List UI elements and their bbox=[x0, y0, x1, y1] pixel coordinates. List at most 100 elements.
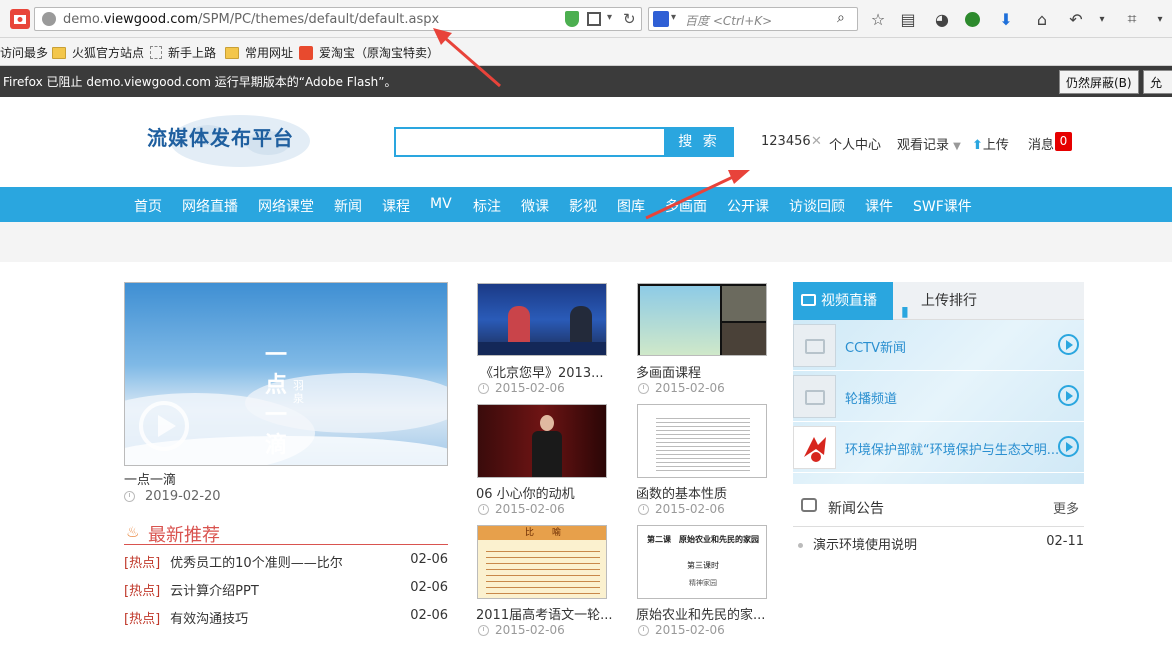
recommend-heading: ♨ 最新推荐 bbox=[124, 521, 448, 546]
site-search-input[interactable] bbox=[394, 127, 666, 157]
bookmark-star-icon[interactable]: ☆ bbox=[868, 9, 888, 29]
nav-home[interactable]: 首页 bbox=[134, 196, 162, 216]
reading-list-icon[interactable]: ▤ bbox=[898, 9, 918, 29]
tv-placeholder-icon bbox=[793, 324, 836, 367]
video-title[interactable]: 多画面课程 bbox=[636, 362, 701, 381]
site-header: 流媒体发布平台 搜 索 123456 ✕ 个人中心 观看记录 ▼ ⬆上传 消息 … bbox=[0, 97, 1172, 187]
clock-icon bbox=[124, 491, 135, 502]
search-engine-dropdown-icon[interactable]: ▾ bbox=[671, 12, 676, 23]
recommend-item[interactable]: [热点] 优秀员工的10个准则——比尔 02-06 bbox=[124, 552, 448, 571]
nav-classroom[interactable]: 网络课堂 bbox=[258, 196, 314, 216]
sidebar-toggle-icon[interactable] bbox=[10, 9, 30, 29]
home-icon[interactable]: ⌂ bbox=[1032, 9, 1052, 29]
recommend-item[interactable]: [热点] 有效沟通技巧 02-06 bbox=[124, 608, 448, 627]
video-thumbnail-speaker[interactable] bbox=[477, 404, 607, 478]
chevron-down-icon: ▼ bbox=[953, 141, 961, 152]
upload-link[interactable]: ⬆上传 bbox=[972, 134, 1009, 153]
bookmark-firefox-site[interactable]: 火狐官方站点 bbox=[52, 44, 144, 61]
tab-live[interactable]: 视频直播 bbox=[793, 282, 893, 320]
url-bar[interactable]: demo.viewgood.com/SPM/PC/themes/default/… bbox=[34, 7, 642, 31]
play-icon[interactable] bbox=[139, 401, 189, 451]
channel-item[interactable]: 环境保护部就“环境保护与生态文明... bbox=[793, 422, 1084, 473]
channel-logo-icon bbox=[793, 426, 836, 469]
clock-icon bbox=[638, 503, 649, 515]
nav-live[interactable]: 网络直播 bbox=[182, 196, 238, 216]
video-thumbnail-slide[interactable]: 比 喻 bbox=[477, 525, 607, 599]
clock-icon bbox=[638, 624, 649, 636]
news-item[interactable]: 演示环境使用说明 02-11 bbox=[798, 534, 1084, 553]
navigation-toolbar: demo.viewgood.com/SPM/PC/themes/default/… bbox=[0, 0, 1172, 38]
nav-opencourse[interactable]: 公开课 bbox=[727, 196, 769, 216]
reload-icon[interactable]: ↻ bbox=[623, 10, 636, 28]
video-title[interactable]: 函数的基本性质 bbox=[636, 483, 727, 502]
username[interactable]: 123456 bbox=[761, 134, 811, 149]
magnifier-icon[interactable]: ⌕ bbox=[837, 10, 845, 26]
site-logo[interactable]: 流媒体发布平台 bbox=[147, 122, 294, 151]
video-date: 2015-02-06 bbox=[478, 623, 565, 637]
featured-title[interactable]: 一点一滴 bbox=[124, 469, 176, 488]
bookmark-common-sites[interactable]: 常用网址 bbox=[225, 44, 293, 61]
nav-courses[interactable]: 课程 bbox=[382, 196, 410, 216]
video-date: 2015-02-06 bbox=[638, 623, 725, 637]
logout-icon[interactable]: ✕ bbox=[811, 134, 822, 149]
taobao-icon bbox=[299, 45, 313, 60]
download-icon[interactable]: ⬇ bbox=[996, 9, 1016, 29]
folder-icon bbox=[52, 46, 66, 59]
nav-interviews[interactable]: 访谈回顾 bbox=[789, 196, 845, 216]
nav-film[interactable]: 影视 bbox=[569, 196, 597, 216]
nav-gallery[interactable]: 图库 bbox=[617, 196, 645, 216]
nav-annotation[interactable]: 标注 bbox=[473, 196, 501, 216]
history-dropdown-icon[interactable]: ▾ bbox=[1092, 9, 1112, 29]
bookmark-aitaobao[interactable]: 爱淘宝（原淘宝特卖） bbox=[299, 44, 439, 61]
nav-multiscreen[interactable]: 多画面 bbox=[665, 196, 707, 216]
featured-video-thumbnail[interactable]: 一点一滴 羽泉 bbox=[124, 282, 448, 466]
channel-item[interactable]: 轮播频道 bbox=[793, 371, 1084, 422]
video-date: 2015-02-06 bbox=[638, 502, 725, 516]
nav-news[interactable]: 新闻 bbox=[334, 196, 362, 216]
video-title[interactable]: 《北京您早》2013... bbox=[480, 362, 603, 381]
back-history-icon[interactable]: ↶ bbox=[1066, 9, 1086, 29]
personal-center-link[interactable]: 个人中心 bbox=[829, 134, 881, 153]
video-thumbnail-document[interactable] bbox=[637, 404, 767, 478]
palette-icon[interactable]: ◕ bbox=[932, 9, 952, 29]
video-title[interactable]: 原始农业和先民的家... bbox=[636, 604, 765, 623]
video-thumbnail-news[interactable] bbox=[477, 283, 607, 356]
video-thumbnail-multiscreen[interactable] bbox=[637, 283, 767, 356]
video-title[interactable]: 2011届高考语文一轮... bbox=[476, 604, 612, 623]
messages-link[interactable]: 消息 bbox=[1028, 134, 1054, 153]
allow-button[interactable]: 允 bbox=[1143, 70, 1172, 94]
nav-microcourse[interactable]: 微课 bbox=[521, 196, 549, 216]
folder-icon bbox=[225, 46, 239, 59]
video-thumbnail-lesson[interactable]: 第二课 原始农业和先民的家园 第三课时 精神家园 bbox=[637, 525, 767, 599]
nav-mv[interactable]: MV bbox=[430, 196, 452, 212]
extension-icon[interactable] bbox=[962, 9, 982, 29]
crop-icon[interactable]: ⌗ bbox=[1122, 9, 1142, 29]
tv-icon bbox=[801, 294, 816, 306]
nav-courseware[interactable]: 课件 bbox=[865, 196, 893, 216]
clock-icon bbox=[478, 624, 489, 636]
play-circle-icon[interactable] bbox=[1058, 385, 1079, 406]
video-title[interactable]: 06 小心你的动机 bbox=[476, 483, 575, 502]
shield-icon[interactable] bbox=[565, 11, 579, 27]
nav-swf-courseware[interactable]: SWF课件 bbox=[913, 196, 972, 216]
recommend-item[interactable]: [热点] 云计算介绍PPT 02-06 bbox=[124, 580, 448, 599]
bookmark-getting-started[interactable]: 新手上路 bbox=[150, 44, 216, 61]
watch-history-link[interactable]: 观看记录 ▼ bbox=[897, 134, 961, 153]
live-channel-list: CCTV新闻 轮播频道 环境保护部就“环境保护与生态文明... bbox=[793, 320, 1084, 484]
tab-upload-rank[interactable]: ▮ 上传排行 bbox=[899, 282, 977, 320]
news-more-link[interactable]: 更多 bbox=[1053, 498, 1079, 517]
featured-overlay-text: 一点一滴 bbox=[265, 343, 288, 458]
site-search-button[interactable]: 搜 索 bbox=[664, 127, 734, 157]
slide-title: 比 喻 bbox=[478, 526, 606, 540]
play-circle-icon[interactable] bbox=[1058, 334, 1079, 355]
dropdown-arrow-icon[interactable]: ▾ bbox=[607, 12, 612, 23]
channel-item[interactable]: CCTV新闻 bbox=[793, 320, 1084, 371]
play-circle-icon[interactable] bbox=[1058, 436, 1079, 457]
video-date: 2015-02-06 bbox=[478, 381, 565, 395]
crop-dropdown-icon[interactable]: ▾ bbox=[1150, 9, 1170, 29]
qrcode-icon[interactable] bbox=[587, 12, 601, 26]
search-bar[interactable]: ▾ 百度 <Ctrl+K> ⌕ bbox=[648, 7, 858, 31]
bookmark-most-visited[interactable]: 访问最多 bbox=[0, 44, 48, 61]
keep-blocking-button[interactable]: 仍然屏蔽(B) bbox=[1059, 70, 1139, 94]
bullet-icon bbox=[798, 543, 803, 548]
